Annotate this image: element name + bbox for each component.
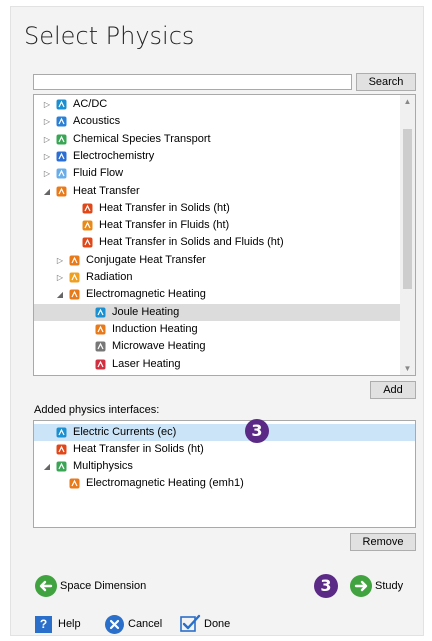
- tree-item[interactable]: Induction Heating: [34, 321, 402, 338]
- expand-icon[interactable]: ▷: [42, 131, 52, 148]
- electric-currents-icon: [55, 426, 68, 439]
- help-icon[interactable]: ?: [35, 616, 52, 633]
- search-input[interactable]: [33, 74, 352, 90]
- physics-tree[interactable]: ▷ AC/DC ▷ Acoustics ▷ Chemical Species Transp…: [33, 94, 416, 376]
- tree-item[interactable]: Microwave Heating: [34, 338, 402, 355]
- collapse-icon[interactable]: ◢: [55, 286, 65, 303]
- done-button[interactable]: Done: [204, 614, 230, 634]
- chemical-species-icon: [55, 133, 68, 146]
- heat-solids-icon: [81, 202, 94, 215]
- tree-item[interactable]: Heat Transfer in Solids (ht): [34, 441, 415, 458]
- collapse-icon[interactable]: ◢: [42, 183, 52, 200]
- tree-item-label: Microwave Heating: [112, 340, 206, 353]
- electromagnetic-heating-icon: [68, 288, 81, 301]
- radiation-icon: [68, 271, 81, 284]
- expand-icon[interactable]: ▷: [42, 113, 52, 130]
- tree-item-label: Conjugate Heat Transfer: [86, 253, 206, 266]
- heat-solids-fluids-icon: [81, 236, 94, 249]
- search-button[interactable]: Search: [356, 73, 416, 91]
- add-button[interactable]: Add: [370, 381, 416, 399]
- tree-item-label: Radiation: [86, 271, 133, 283]
- expand-icon[interactable]: ▷: [42, 165, 52, 182]
- tree-item-label: Heat Transfer: [73, 184, 140, 197]
- tree-item[interactable]: ▷ Fluid Flow: [34, 165, 402, 182]
- tree-scrollbar[interactable]: ▲ ▼: [400, 95, 415, 375]
- tree-item[interactable]: ▷ Conjugate Heat Transfer: [34, 252, 402, 269]
- expand-icon[interactable]: ▷: [55, 252, 65, 269]
- tree-item[interactable]: ▷ Radiation: [34, 269, 402, 286]
- heat-fluids-icon: [81, 219, 94, 232]
- step-badge-2: 3: [314, 574, 338, 598]
- tree-item[interactable]: ▷ Chemical Species Transport: [34, 131, 402, 148]
- tree-item-label: Heat Transfer in Fluids (ht): [99, 219, 230, 232]
- tree-item[interactable]: ▷ AC/DC: [34, 96, 402, 113]
- laser-heating-icon: [94, 358, 107, 371]
- cancel-button[interactable]: Cancel: [128, 614, 162, 634]
- tree-item[interactable]: ◢ Multiphysics: [34, 458, 415, 475]
- tree-item-label: Electromagnetic Heating (emh1): [86, 477, 244, 489]
- expand-icon[interactable]: ▷: [42, 96, 52, 113]
- expand-icon[interactable]: ▷: [55, 269, 65, 286]
- added-interfaces-list[interactable]: Electric Currents (ec) Heat Transfer in S…: [33, 420, 416, 528]
- collapse-icon[interactable]: ◢: [42, 458, 52, 475]
- tree-item-label: Heat Transfer in Solids (ht): [99, 201, 230, 214]
- tree-item-label: Multiphysics: [73, 460, 133, 472]
- tree-item-label: Heat Transfer in Solids (ht): [73, 443, 204, 455]
- expand-icon[interactable]: ▷: [42, 148, 52, 165]
- help-button[interactable]: Help: [58, 614, 81, 634]
- tree-item[interactable]: ◢ Electromagnetic Heating: [34, 286, 402, 303]
- tree-item[interactable]: Electromagnetic Heating (emh1): [34, 475, 415, 492]
- page-title: Select Physics: [24, 22, 195, 50]
- induction-heating-icon: [94, 323, 107, 336]
- tree-item-label: Induction Heating: [112, 322, 198, 335]
- cancel-icon[interactable]: [105, 615, 124, 634]
- heat-transfer-icon: [55, 185, 68, 198]
- tree-item-label: Fluid Flow: [73, 167, 124, 180]
- heat-solids-icon: [55, 443, 68, 456]
- electromagnetic-heating-icon: [68, 477, 81, 490]
- tree-item[interactable]: Laser Heating: [34, 356, 402, 373]
- tree-item-label: Joule Heating: [112, 305, 180, 318]
- joule-heating-icon: [94, 306, 107, 319]
- tree-item-label: Acoustics: [73, 115, 121, 128]
- tree-item-label: AC/DC: [73, 98, 108, 110]
- tree-item[interactable]: Heat Transfer in Solids (ht): [34, 200, 402, 217]
- electrochemistry-icon: [55, 150, 68, 163]
- space-dimension-back-icon[interactable]: [35, 575, 57, 597]
- space-dimension-link[interactable]: Space Dimension: [60, 580, 146, 592]
- tree-item[interactable]: ◢ Heat Transfer: [34, 183, 402, 200]
- fluid-flow-icon: [55, 167, 68, 180]
- tree-item-label: Laser Heating: [112, 357, 181, 370]
- study-link[interactable]: Study: [375, 580, 403, 592]
- tree-item-label: Chemical Species Transport: [73, 132, 211, 145]
- microwave-heating-icon: [94, 340, 107, 353]
- remove-button[interactable]: Remove: [350, 533, 416, 551]
- tree-item-label: Electric Currents (ec): [73, 426, 177, 438]
- tree-item-label: Electrochemistry: [73, 149, 155, 162]
- conjugate-heat-icon: [68, 254, 81, 267]
- scroll-down-icon[interactable]: ▼: [400, 364, 415, 373]
- tree-item-label: Heat Transfer in Solids and Fluids (ht): [99, 236, 284, 249]
- multiphysics-icon: [55, 460, 68, 473]
- tree-item-label: Electromagnetic Heating: [86, 288, 206, 301]
- tree-item[interactable]: Heat Transfer in Fluids (ht): [34, 217, 402, 234]
- tree-item[interactable]: ▷ Acoustics: [34, 113, 402, 130]
- tree-item[interactable]: Joule Heating: [34, 303, 402, 321]
- study-next-icon[interactable]: [350, 575, 372, 597]
- acoustics-icon: [55, 115, 68, 128]
- tree-item[interactable]: ▷ Electrochemistry: [34, 148, 402, 165]
- tree-item[interactable]: Heat Transfer in Solids and Fluids (ht): [34, 234, 402, 251]
- added-interfaces-label: Added physics interfaces:: [34, 404, 160, 416]
- scroll-up-icon[interactable]: ▲: [400, 97, 415, 106]
- tree-item[interactable]: Electric Currents (ec): [34, 424, 415, 441]
- step-badge: 3: [245, 419, 269, 443]
- done-icon[interactable]: [180, 614, 201, 634]
- scrollbar-thumb[interactable]: [403, 129, 412, 289]
- acdc-icon: [55, 98, 68, 111]
